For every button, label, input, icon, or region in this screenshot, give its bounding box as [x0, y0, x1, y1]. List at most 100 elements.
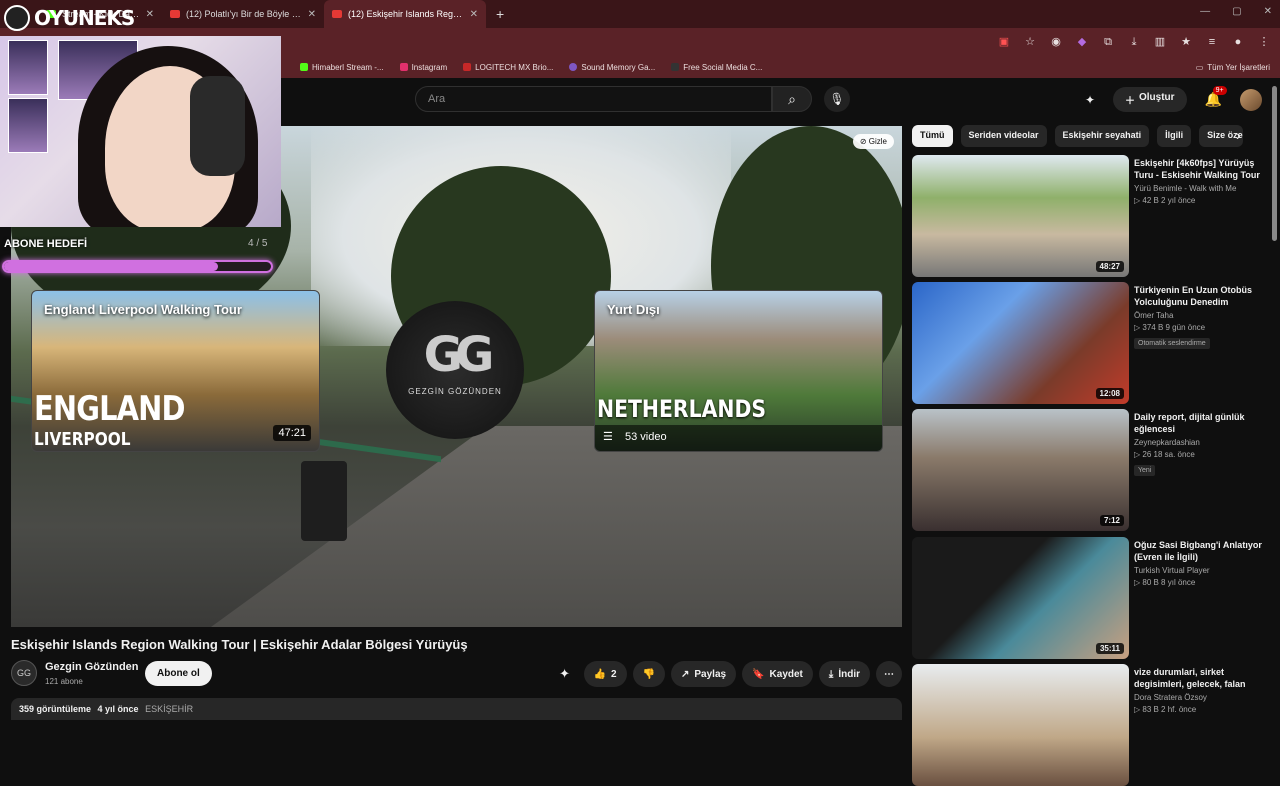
- endcard-video[interactable]: England Liverpool Walking Tour ENGLAND L…: [31, 290, 320, 452]
- subscribe-button[interactable]: Abone ol: [145, 661, 212, 686]
- video-title[interactable]: Eskişehir [4k60fps] Yürüyüş Turu - Eskis…: [1134, 157, 1268, 181]
- tab-eskisehir-video[interactable]: (12) Eskişehir Islands Region W ✕: [324, 0, 486, 28]
- menu-icon[interactable]: ⋮: [1258, 36, 1270, 48]
- like-button[interactable]: 👍 2: [583, 661, 627, 687]
- channel-avatar[interactable]: GG: [11, 660, 37, 686]
- video-title[interactable]: Oğuz Sasi Bigbang'i Anlatıyor (Evren ile…: [1134, 539, 1268, 563]
- youtube-icon: [170, 10, 180, 18]
- download-button[interactable]: ⤓ İndir: [818, 661, 870, 687]
- headphones: [190, 76, 245, 176]
- download-icon: ⤓: [828, 668, 834, 680]
- bookmark-himaberl[interactable]: Himaberl Stream -...: [300, 63, 384, 72]
- close-tab-icon[interactable]: ✕: [470, 9, 478, 20]
- stream-logo: OYUNEKS: [0, 0, 140, 36]
- playlist-count-bar: ☰ 53 video: [595, 425, 882, 451]
- maximize-icon[interactable]: ▢: [1232, 6, 1241, 17]
- save-button[interactable]: 🔖 Kaydet: [742, 661, 813, 687]
- all-bookmarks[interactable]: ▭ Tüm Yer İşaretleri: [1196, 63, 1270, 72]
- cast-icon[interactable]: ▣: [998, 36, 1010, 48]
- channel-name[interactable]: Ömer Taha: [1134, 311, 1268, 320]
- video-thumbnail[interactable]: 7:12: [912, 409, 1129, 531]
- recommended-video[interactable]: 35:11 Oğuz Sasi Bigbang'i Anlatıyor (Evre…: [912, 537, 1270, 659]
- thumbs-up-icon: 👍: [593, 668, 606, 680]
- dislike-button[interactable]: 👎: [632, 661, 665, 687]
- bookmark-free-social[interactable]: Free Social Media C...: [671, 63, 762, 72]
- video-badge: Otomatik seslendirme: [1134, 338, 1210, 349]
- channel-name[interactable]: Yürü Benimle - Walk with Me: [1134, 184, 1268, 193]
- endcard-thumb-text: ENGLAND: [34, 389, 186, 429]
- notifications-button[interactable]: 🔔 9+: [1205, 86, 1227, 108]
- share-button[interactable]: ↗ Paylaş: [671, 661, 737, 687]
- create-button[interactable]: ＋ Oluştur: [1113, 87, 1187, 112]
- description-box[interactable]: 359 görüntüleme 4 yıl önce ESKİŞEHİR: [11, 698, 902, 720]
- video-title[interactable]: vize durumlari, sirket degisimleri, gele…: [1134, 666, 1268, 690]
- chip-series[interactable]: Seriden videolar: [960, 125, 1047, 147]
- hide-endcards-button[interactable]: ⊘ Gizle: [852, 134, 894, 149]
- scrollbar[interactable]: [1272, 86, 1277, 241]
- extension-purple-icon[interactable]: ◆: [1076, 36, 1088, 48]
- avatar[interactable]: [1240, 88, 1262, 111]
- recommended-video[interactable]: 12:08 Türkiyenin En Uzun Otobüs Yolculuğu…: [912, 282, 1270, 404]
- video-info: Eskişehir [4k60fps] Yürüyüş Turu - Eskis…: [1134, 157, 1268, 205]
- related-filter-chips: Tümü Seriden videolar Eskişehir seyahati…: [912, 125, 1244, 147]
- download-icon[interactable]: ⤓: [1128, 36, 1140, 48]
- close-tab-icon[interactable]: ✕: [146, 9, 154, 20]
- voice-search-button[interactable]: 🎙: [824, 86, 850, 112]
- search-button[interactable]: ⌕: [772, 86, 812, 112]
- video-thumbnail[interactable]: [912, 664, 1129, 786]
- channel-name[interactable]: Turkish Virtual Player: [1134, 566, 1268, 575]
- browser-tab-bar: Stream - Kick Dashboard ✕ (12) Polatlı'y…: [0, 0, 1280, 28]
- endcard-playlist[interactable]: Yurt Dışı NETHERLANDS ☰ 53 video: [594, 290, 883, 452]
- media-icon[interactable]: ≡: [1206, 36, 1218, 48]
- video-info: Türkiyenin En Uzun Otobüs Yolculuğunu De…: [1134, 284, 1268, 350]
- sidepanel-icon[interactable]: ▥: [1154, 36, 1166, 48]
- favorites-icon[interactable]: ★: [1180, 36, 1192, 48]
- ask-sparkle-icon[interactable]: ✦: [552, 666, 578, 682]
- recommended-video[interactable]: 48:27 Eskişehir [4k60fps] Yürüyüş Turu - …: [912, 155, 1270, 277]
- bookmark-star-icon[interactable]: ☆: [1024, 36, 1036, 48]
- puzzle-icon[interactable]: ⧉: [1102, 36, 1114, 48]
- endcard-duration: 47:21: [273, 425, 311, 441]
- webcam-feed: [0, 36, 281, 227]
- playlist-icon: ☰: [603, 431, 613, 443]
- channel-name[interactable]: Zeynepkardashian: [1134, 438, 1268, 447]
- close-tab-icon[interactable]: ✕: [308, 9, 316, 20]
- profile-icon[interactable]: ●: [1232, 36, 1244, 48]
- share-icon: ↗: [681, 668, 690, 680]
- chevron-right-icon[interactable]: ›: [1236, 127, 1241, 143]
- video-meta: ▷ 83 B 2 hf. önce: [1134, 705, 1197, 714]
- premium-sparkle-icon[interactable]: ✦: [1085, 93, 1095, 107]
- extension-icon[interactable]: ◉: [1050, 36, 1062, 48]
- chip-related[interactable]: İlgili: [1157, 125, 1192, 147]
- eye-off-icon: ⊘: [859, 137, 869, 146]
- bookmark-icon: 🔖: [752, 668, 765, 680]
- search-input[interactable]: Ara: [415, 86, 772, 112]
- bookmark-sound-memory[interactable]: Sound Memory Ga...: [569, 63, 655, 72]
- recommended-video[interactable]: 7:12 Daily report, dijital günlük eğlence…: [912, 409, 1270, 531]
- channel-name[interactable]: Dora Stratera Özsoy: [1134, 693, 1268, 702]
- minimize-icon[interactable]: —: [1200, 6, 1210, 17]
- new-tab-button[interactable]: +: [486, 6, 514, 22]
- video-title[interactable]: Türkiyenin En Uzun Otobüs Yolculuğunu De…: [1134, 284, 1268, 308]
- recommended-video[interactable]: vize durumlari, sirket degisimleri, gele…: [912, 664, 1270, 786]
- window-controls: — ▢ ✕: [1200, 6, 1272, 17]
- tab-polatli-video[interactable]: (12) Polatlı'yı Bir de Böyle Görü ✕: [162, 0, 324, 28]
- video-meta: ▷ 374 B 9 gün önce: [1134, 323, 1206, 332]
- bookmark-logitech[interactable]: LOGITECH MX Brio...: [463, 63, 553, 72]
- stream-brand: OYUNEKS: [34, 6, 135, 30]
- video-info: Oğuz Sasi Bigbang'i Anlatıyor (Evren ile…: [1134, 539, 1268, 587]
- video-thumbnail[interactable]: 35:11: [912, 537, 1129, 659]
- channel-name[interactable]: Gezgin Gözünden: [45, 661, 139, 673]
- endcard-thumb-subtext: LIVERPOOL: [34, 429, 131, 450]
- video-title[interactable]: Daily report, dijital günlük eğlencesi: [1134, 411, 1268, 435]
- game-icon: [569, 63, 578, 71]
- chip-all[interactable]: Tümü: [912, 125, 953, 147]
- chip-eskisehir-travel[interactable]: Eskişehir seyahati: [1054, 125, 1150, 147]
- more-actions-button[interactable]: ⋯: [876, 661, 902, 687]
- video-thumbnail[interactable]: 12:08: [912, 282, 1129, 404]
- close-window-icon[interactable]: ✕: [1264, 6, 1272, 17]
- hashtag[interactable]: ESKİŞEHİR: [145, 704, 193, 714]
- bookmark-instagram[interactable]: Instagram: [399, 63, 447, 72]
- video-thumbnail[interactable]: 48:27: [912, 155, 1129, 277]
- channel-watermark[interactable]: GG GEZGİN GÖZÜNDEN: [386, 301, 524, 439]
